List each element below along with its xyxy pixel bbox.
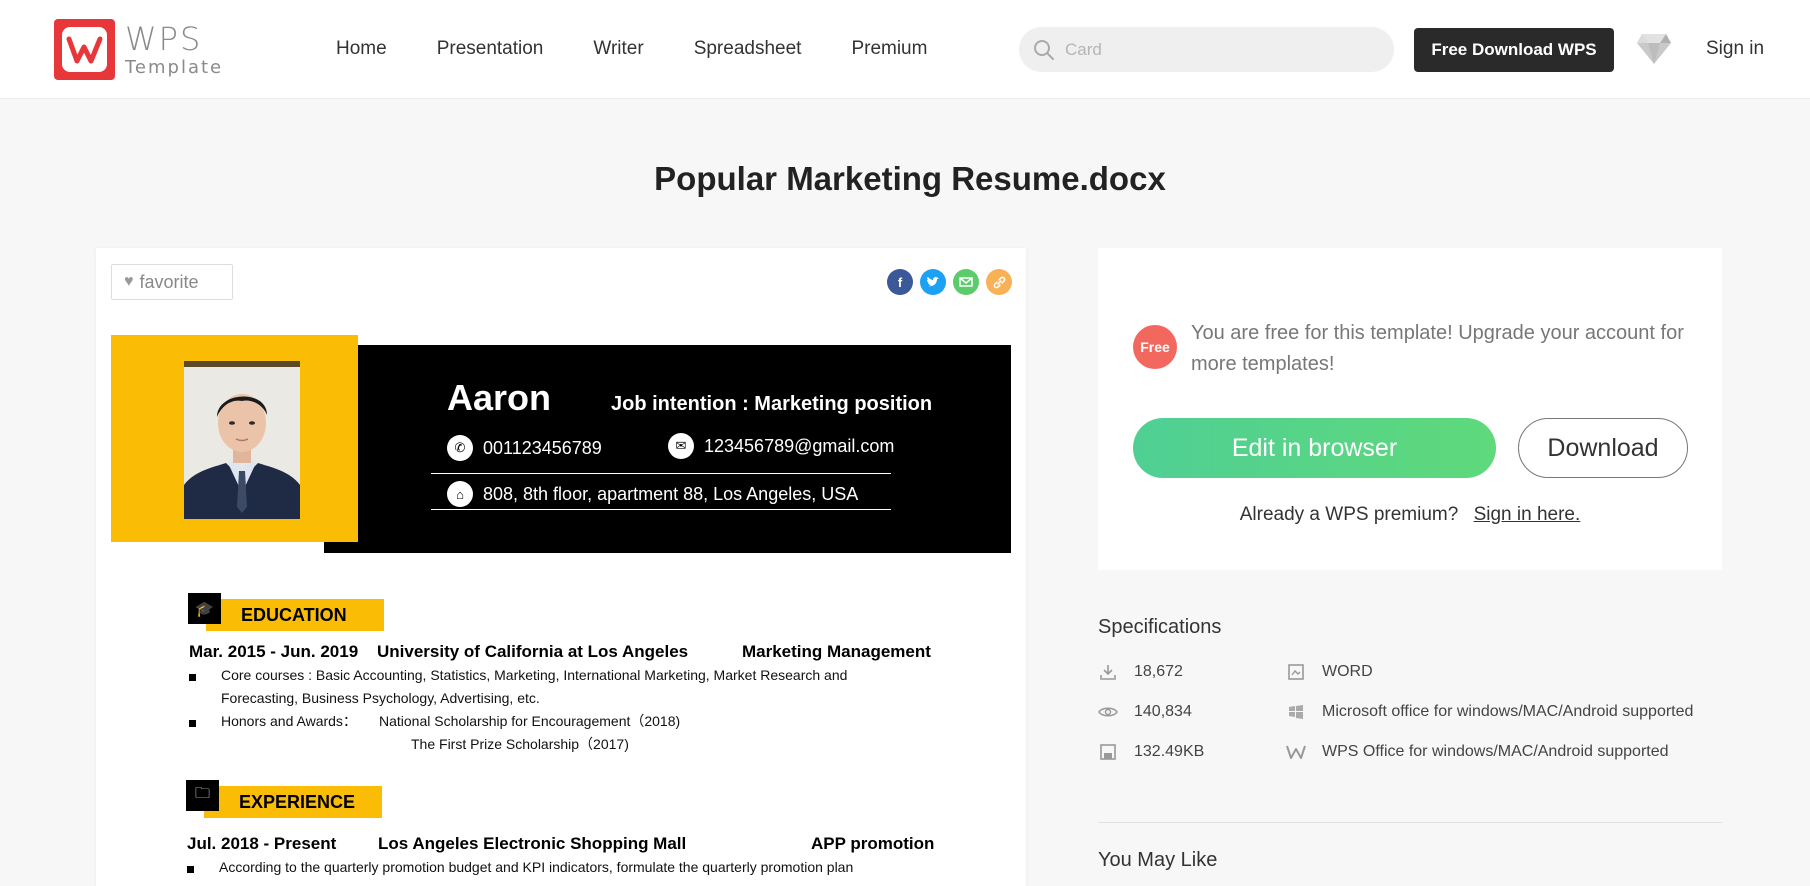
exp-dates: Jul. 2018 - Present xyxy=(187,834,337,853)
resume-address: ⌂ 808, 8th floor, apartment 88, Los Ange… xyxy=(447,481,858,507)
free-download-button[interactable]: Free Download WPS xyxy=(1414,28,1614,72)
spec-views: 140,834 xyxy=(1098,702,1192,722)
windows-icon xyxy=(1286,702,1306,722)
edu-major: Marketing Management xyxy=(742,642,931,661)
bullet-icon xyxy=(189,720,196,727)
edu-courses-cont: Forecasting, Business Psychology, Advert… xyxy=(221,690,540,706)
spec-size-value: 132.49KB xyxy=(1134,743,1205,760)
exp-role: APP promotion xyxy=(811,834,935,853)
exp-company: Los Angeles Electronic Shopping Mall xyxy=(378,834,687,853)
heart-icon: ♥ xyxy=(124,273,134,290)
section-divider xyxy=(1098,822,1722,823)
sign-in-link[interactable]: Sign in xyxy=(1706,38,1764,60)
wps-logo-icon xyxy=(54,19,115,80)
edu-courses: Core courses : Basic Accounting, Statist… xyxy=(221,667,848,683)
nav-spreadsheet[interactable]: Spreadsheet xyxy=(694,38,802,60)
logo-subtitle: Template xyxy=(125,56,224,78)
profile-photo xyxy=(184,361,300,519)
main-nav: Home Presentation Writer Spreadsheet Pre… xyxy=(336,38,927,60)
free-badge: Free xyxy=(1133,325,1177,369)
education-heading: EDUCATION xyxy=(206,599,384,631)
divider xyxy=(431,473,891,474)
bullet-icon xyxy=(189,674,196,681)
resume-preview-image[interactable]: Aaron Job intention : Marketing position… xyxy=(111,335,1011,886)
spec-wps-support-value: WPS Office for windows/MAC/Android suppo… xyxy=(1322,743,1669,760)
document-icon xyxy=(1286,662,1306,682)
edu-school: University of California at Los Angeles xyxy=(377,642,689,661)
page-title: Popular Marketing Resume.docx xyxy=(654,160,1166,197)
folder-icon: 🗀 xyxy=(186,780,219,811)
specifications-title: Specifications xyxy=(1098,616,1222,638)
nav-writer[interactable]: Writer xyxy=(593,38,643,60)
download-card: Free You are free for this template! Upg… xyxy=(1098,248,1722,570)
spec-format-value: WORD xyxy=(1322,663,1373,680)
graduation-cap-icon: 🎓 xyxy=(188,593,221,624)
search-input[interactable] xyxy=(1065,39,1365,60)
exp-bullet: According to the quarterly promotion bud… xyxy=(219,859,854,875)
favorite-label: favorite xyxy=(139,271,199,292)
nav-premium[interactable]: Premium xyxy=(851,38,927,60)
edu-dates: Mar. 2015 - Jun. 2019 xyxy=(189,642,359,661)
site-header: WPS Template Home Presentation Writer Sp… xyxy=(0,0,1810,99)
spec-format: WORD xyxy=(1286,662,1373,682)
envelope-icon: ✉ xyxy=(668,433,694,459)
facebook-icon[interactable]: f xyxy=(887,269,913,295)
premium-question: Already a WPS premium? xyxy=(1239,504,1459,525)
favorite-button[interactable]: ♥ favorite xyxy=(111,264,233,300)
spec-downloads-value: 18,672 xyxy=(1134,663,1183,680)
resume-phone: ✆ 001123456789 xyxy=(447,435,602,461)
resume-phone-text: 001123456789 xyxy=(483,437,602,458)
link-icon[interactable] xyxy=(986,269,1012,295)
share-icons: f xyxy=(887,269,1012,295)
experience-heading: EXPERIENCE xyxy=(204,786,382,818)
twitter-icon[interactable] xyxy=(920,269,946,295)
download-icon xyxy=(1098,662,1118,682)
premium-signin-line: Already a WPS premium? Sign in here. xyxy=(1098,504,1722,526)
wps-icon xyxy=(1286,742,1306,762)
spec-size: 132.49KB xyxy=(1098,742,1204,762)
nav-presentation[interactable]: Presentation xyxy=(437,38,544,60)
premium-signin-link[interactable]: Sign in here. xyxy=(1474,504,1581,525)
spec-office-support: Microsoft office for windows/MAC/Android… xyxy=(1286,702,1693,722)
spec-views-value: 140,834 xyxy=(1134,703,1192,720)
divider xyxy=(431,509,891,510)
phone-icon: ✆ xyxy=(447,435,473,461)
you-may-like-heading: You May Like xyxy=(1098,849,1218,871)
edu-award-2: The First Prize Scholarship（2017) xyxy=(411,736,629,752)
template-preview-panel: ♥ favorite f Aaron Job intention: Marke… xyxy=(96,248,1026,886)
resume-name: Aaron xyxy=(447,377,552,418)
resume-photo-frame xyxy=(111,335,358,542)
spec-wps-support: WPS Office for windows/MAC/Android suppo… xyxy=(1286,742,1669,762)
diamond-icon[interactable] xyxy=(1636,32,1672,66)
nav-home[interactable]: Home xyxy=(336,38,387,60)
edu-awards-label: Honors and Awards： xyxy=(221,713,357,729)
search-icon xyxy=(1034,39,1054,60)
download-button[interactable]: Download xyxy=(1518,418,1688,478)
eye-icon xyxy=(1098,702,1118,722)
spec-downloads: 18,672 xyxy=(1098,662,1183,682)
bullet-icon xyxy=(187,866,194,873)
resume-email-text: 123456789@gmail.com xyxy=(704,435,895,456)
edit-in-browser-button[interactable]: Edit in browser xyxy=(1133,418,1496,478)
edu-award-1: National Scholarship for Encouragement（2… xyxy=(379,713,681,729)
email-icon[interactable] xyxy=(953,269,979,295)
save-icon xyxy=(1098,742,1118,762)
resume-address-text: 808, 8th floor, apartment 88, Los Angele… xyxy=(483,483,859,504)
search-box[interactable] xyxy=(1019,27,1394,72)
logo-wordmark: WPS xyxy=(125,19,203,58)
wps-template-logo[interactable]: WPS Template xyxy=(54,19,223,80)
spec-office-support-value: Microsoft office for windows/MAC/Android… xyxy=(1322,703,1694,720)
building-icon: ⌂ xyxy=(447,481,473,507)
resume-email: ✉ 123456789@gmail.com xyxy=(668,433,894,459)
free-message: You are free for this template! Upgrade … xyxy=(1191,322,1684,375)
resume-job-intention: Job intention : Marketing position xyxy=(611,393,933,415)
